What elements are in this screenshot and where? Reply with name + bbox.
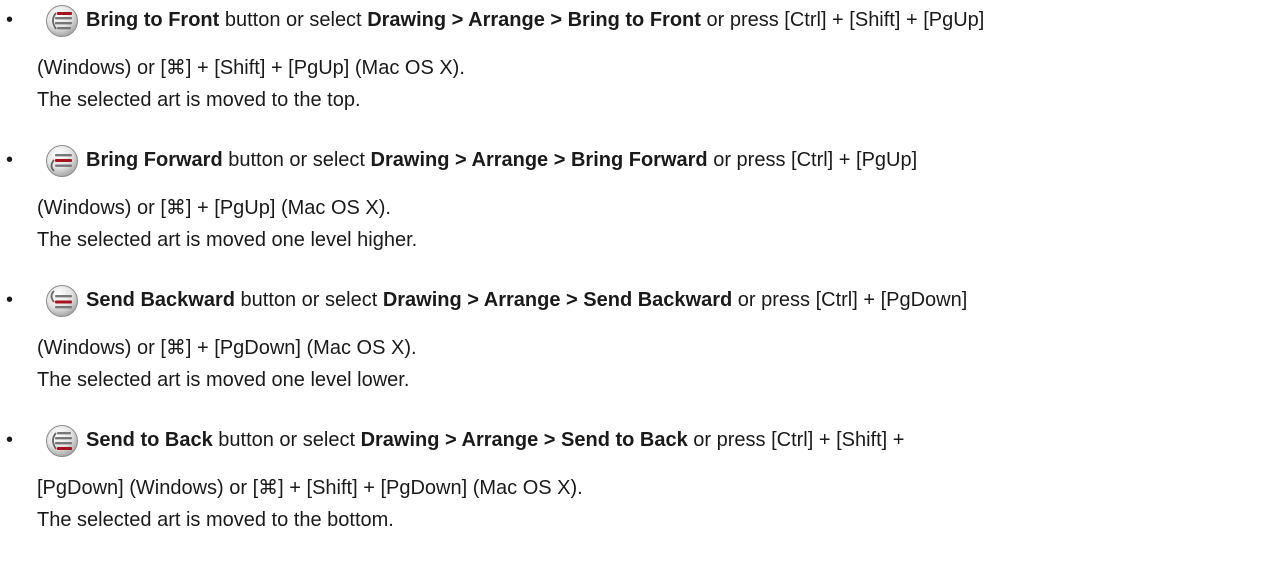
send-backward-icon [45,284,79,318]
shortcut-line: [PgDown] (Windows) or [⌘] + [Shift] + [P… [37,477,583,499]
bring-to-front-icon [45,4,79,38]
button-name: Bring to Front [86,9,220,31]
shortcut-line: (Windows) or [⌘] + [PgDown] (Mac OS X). [37,337,417,359]
item-line: Send to Back button or select Drawing > … [86,429,905,451]
button-name: Bring Forward [86,149,223,171]
description: The selected art is moved to the top. [37,89,361,111]
bullet: • [6,9,14,31]
shortcut-line: (Windows) or [⌘] + [Shift] + [PgUp] (Mac… [37,57,465,79]
menu-path: Drawing > Arrange > Send Backward [382,289,733,311]
description: The selected art is moved one level high… [37,229,418,251]
button-name: Send to Back [86,429,213,451]
send-to-back-icon [45,424,79,458]
menu-path: Drawing > Arrange > Send to Back [360,429,688,451]
bullet: • [6,149,14,171]
description: The selected art is moved to the bottom. [37,509,394,531]
item-line: Send Backward button or select Drawing >… [86,289,968,311]
bullet: • [6,429,14,451]
description: The selected art is moved one level lowe… [37,369,410,391]
menu-path: Drawing > Arrange > Bring Forward [370,149,708,171]
bullet: • [6,289,14,311]
shortcut-line: (Windows) or [⌘] + [PgUp] (Mac OS X). [37,197,391,219]
item-line: Bring to Front button or select Drawing … [86,9,985,31]
button-name: Send Backward [86,289,235,311]
menu-path: Drawing > Arrange > Bring to Front [367,9,701,31]
bring-forward-icon [45,144,79,178]
item-line: Bring Forward button or select Drawing >… [86,149,918,171]
